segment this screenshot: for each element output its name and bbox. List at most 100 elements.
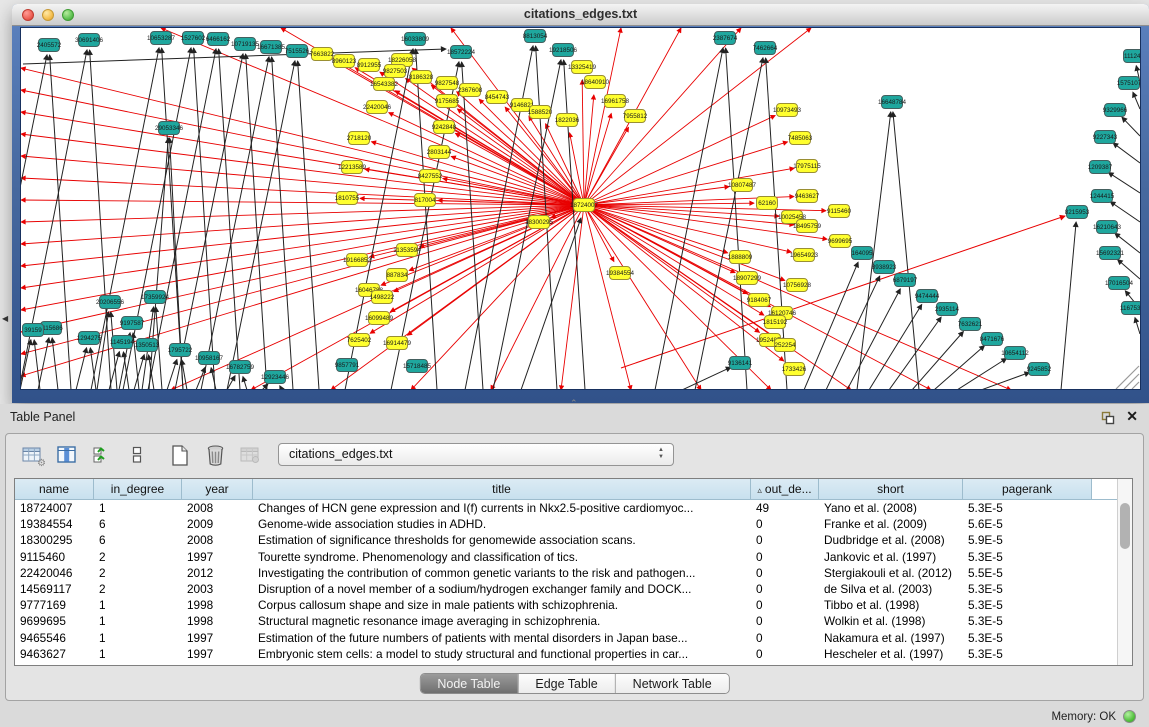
tab-network-table[interactable]: Network Table	[615, 674, 729, 693]
cell-title: Corpus callosum shape and size in male p…	[253, 597, 751, 613]
graph-node-label: 19654923	[790, 252, 819, 259]
graph-node-label: 7663822	[310, 51, 335, 58]
graph-edge	[804, 262, 858, 390]
resize-grip[interactable]	[1116, 366, 1139, 389]
cell-pagerank: 5.3E-5	[963, 500, 1092, 516]
table-row[interactable]: 1938455462009Genome-wide association stu…	[15, 516, 1117, 532]
column-header-name[interactable]: name	[15, 479, 94, 499]
tab-edge-table[interactable]: Edge Table	[517, 674, 614, 693]
table-row[interactable]: 946554611997Estimation of the future num…	[15, 630, 1117, 646]
cell-pagerank: 5.3E-5	[963, 613, 1092, 629]
graph-edge	[201, 57, 269, 390]
scrollbar-thumb[interactable]	[1120, 503, 1130, 549]
network-canvas[interactable]: 2405572306914061065328715276026466162107…	[20, 27, 1141, 390]
select-columns-icon[interactable]	[55, 443, 79, 467]
row-format-icon[interactable]	[125, 443, 149, 467]
cell-in_degree: 6	[94, 516, 182, 532]
graph-node-label: 12923446	[261, 374, 290, 381]
graph-node-label: 17016504	[1105, 280, 1134, 287]
table-row[interactable]: 946362711997Embryonic stem cells: a mode…	[15, 646, 1117, 662]
graph-node-label: 29053346	[155, 125, 184, 132]
minimize-button[interactable]	[42, 9, 54, 21]
table-row[interactable]: 1830029562008Estimation of significance …	[15, 532, 1117, 548]
graph-edge	[76, 348, 87, 390]
float-window-icon[interactable]	[1101, 411, 1115, 425]
graph-node-label: 13325419	[568, 64, 597, 71]
cell-pagerank: 5.3E-5	[963, 549, 1092, 565]
column-header-short[interactable]: short	[819, 479, 963, 499]
cell-year: 1998	[182, 597, 253, 613]
table-row[interactable]: 1456911722003Disruption of a novel membe…	[15, 581, 1117, 597]
cell-title: Estimation of the future numbers of pati…	[253, 630, 751, 646]
memory-status-indicator[interactable]	[1123, 710, 1136, 723]
graph-node-label: 9699695	[828, 238, 853, 245]
graph-edge	[149, 138, 168, 390]
graph-node-label: 10973493	[773, 107, 802, 114]
cell-year: 1997	[182, 646, 253, 662]
graph-node-label: 8938923	[872, 264, 897, 271]
table-panel: Table Panel ✕ ⚙	[0, 404, 1149, 727]
graph-edge	[395, 91, 584, 205]
graph-edge	[561, 205, 584, 390]
graph-node-label: 9827548	[435, 80, 460, 87]
cell-year: 2012	[182, 565, 253, 581]
cell-year: 2009	[182, 516, 253, 532]
column-header-out_de[interactable]: ▵out_de...	[751, 479, 819, 499]
table-row[interactable]: 911546021997Tourette syndrome. Phenomeno…	[15, 549, 1117, 565]
table-panel-body: ⚙	[5, 433, 1144, 701]
close-button[interactable]	[22, 9, 34, 21]
graph-edge	[38, 338, 49, 390]
graph-node-label: 9857791	[335, 362, 360, 369]
graph-node-label: 16099489	[365, 315, 394, 322]
graph-node-label: 9184067	[747, 297, 772, 304]
table-selector-dropdown[interactable]: citations_edges.txt ▲▼	[278, 443, 674, 466]
graph-edge	[584, 28, 741, 205]
graph-edge	[34, 340, 40, 390]
table-row[interactable]: 977716911998Corpus callosum shape and si…	[15, 597, 1117, 613]
zoom-button[interactable]	[62, 9, 74, 21]
table-settings-icon[interactable]: ⚙	[20, 443, 44, 467]
graph-node-label: 8912955	[357, 62, 382, 69]
table-toolbar: ⚙	[20, 441, 303, 469]
delete-table-icon[interactable]	[203, 443, 227, 467]
new-table-icon[interactable]	[168, 443, 192, 467]
collapse-panel-arrow-icon[interactable]: ◀	[2, 314, 8, 323]
table-row[interactable]: 1872400712008Changes of HCN gene express…	[15, 500, 1117, 516]
cell-short: Jankovic et al. (1997)	[819, 549, 963, 565]
graph-node-label: 887834	[386, 272, 408, 279]
graph-edge	[462, 62, 483, 390]
column-visibility-icon[interactable]	[90, 443, 114, 467]
graph-edge	[655, 48, 723, 390]
cell-year: 1997	[182, 549, 253, 565]
column-header-in_degree[interactable]: in_degree	[94, 479, 182, 499]
cell-out_de: 0	[751, 597, 819, 613]
vertical-scrollbar[interactable]	[1117, 479, 1132, 665]
cell-out_de: 0	[751, 630, 819, 646]
cell-pagerank: 5.3E-5	[963, 646, 1092, 662]
tab-node-table[interactable]: Node Table	[420, 674, 517, 693]
graph-edge	[582, 80, 584, 205]
cell-title: Changes of HCN gene expression and I(f) …	[253, 500, 751, 516]
graph-edge	[219, 49, 240, 390]
table-row[interactable]: 969969511998Structural magnetic resonanc…	[15, 613, 1117, 629]
citation-graph: 2405572306914061065328715276026466162107…	[21, 28, 1140, 390]
graph-node-label: 16033809	[401, 36, 430, 43]
graph-node-label: 1888809	[728, 254, 753, 261]
graph-edge	[21, 340, 31, 390]
graph-node-label: 1527602	[181, 35, 206, 42]
graph-edge	[1110, 202, 1140, 222]
cell-short: Yano et al. (2008)	[819, 500, 963, 516]
node-table: namein_degreeyeartitle▵out_de...shortpag…	[14, 478, 1133, 666]
graph-node-label: 39159	[24, 327, 42, 334]
graph-node-label: 1167531	[1120, 305, 1140, 312]
dropdown-spinner-icon: ▲▼	[658, 447, 664, 461]
cell-pagerank: 5.6E-5	[963, 516, 1092, 532]
column-header-year[interactable]: year	[182, 479, 253, 499]
cell-year: 1998	[182, 613, 253, 629]
column-header-title[interactable]: title	[253, 479, 751, 499]
close-icon[interactable]: ✕	[1126, 408, 1138, 425]
window-titlebar[interactable]: citations_edges.txt	[12, 4, 1149, 26]
table-row[interactable]: 2242004622012Investigating the contribut…	[15, 565, 1117, 581]
network-window: citations_edges.txt 24055723069140610653…	[12, 4, 1149, 403]
column-header-pagerank[interactable]: pagerank	[963, 479, 1092, 499]
